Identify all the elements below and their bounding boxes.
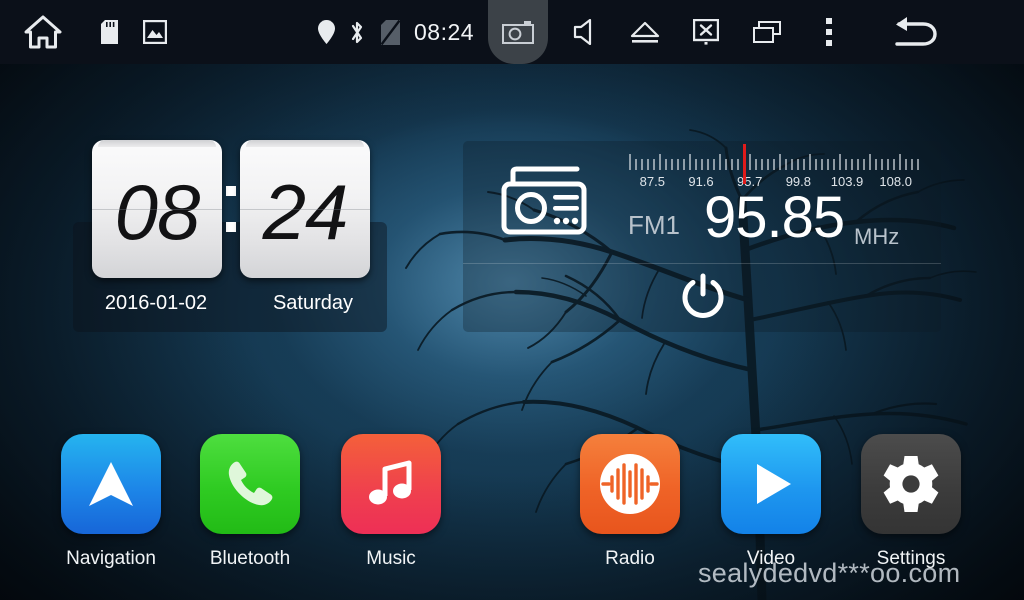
radio-frequency-value: 95.85 (704, 185, 845, 250)
play-triangle-icon[interactable] (721, 434, 821, 534)
phone-handset-icon[interactable] (200, 434, 300, 534)
sound-wave-icon[interactable] (580, 434, 680, 534)
back-arrow-icon[interactable] (860, 0, 968, 64)
gear-icon[interactable] (861, 434, 961, 534)
scale-label: 87.5 (639, 174, 665, 189)
app-navigation[interactable]: Navigation (51, 434, 171, 570)
clock-minutes-card: 24 (240, 140, 370, 278)
navigation-arrow-icon[interactable] (61, 434, 161, 534)
status-bar-left-group (0, 0, 178, 64)
clock-colon (222, 140, 240, 278)
app-bluetooth[interactable]: Bluetooth (190, 434, 310, 570)
clock-date: 2016-01-02 (104, 292, 208, 314)
status-bar-right-group (556, 0, 968, 64)
overflow-menu-icon[interactable] (798, 0, 860, 64)
screen-off-icon[interactable] (676, 0, 736, 64)
clock-minutes: 24 (262, 167, 349, 256)
app-label: Bluetooth (209, 548, 291, 569)
flip-clock[interactable]: 08 24 (92, 140, 370, 278)
picture-icon[interactable] (132, 0, 178, 64)
app-dock: Navigation Bluetooth Music Radio Video S… (0, 434, 1024, 600)
eject-icon[interactable] (614, 0, 676, 64)
app-label: Video (746, 548, 796, 569)
camera-icon[interactable] (488, 0, 549, 64)
power-icon[interactable] (679, 272, 727, 320)
app-music[interactable]: Music (331, 434, 451, 570)
scale-ticks (629, 154, 919, 170)
speaker-icon[interactable] (556, 0, 614, 64)
radio-divider (463, 263, 941, 264)
app-label: Navigation (66, 548, 156, 569)
bluetooth-icon (342, 0, 372, 64)
sd-card-icon[interactable] (86, 0, 132, 64)
radio-icon (501, 163, 589, 240)
status-bar-clock: 08:24 (414, 18, 475, 45)
app-settings[interactable]: Settings (851, 434, 971, 570)
scale-label: 108.0 (879, 174, 912, 189)
app-label: Settings (876, 548, 946, 569)
radio-readout: FM1 95.85 MHz (620, 185, 940, 258)
home-icon[interactable] (0, 0, 86, 64)
clock-caption: 2016-01-02 Saturday (73, 292, 387, 315)
location-pin-icon (310, 0, 342, 64)
recent-apps-icon[interactable] (736, 0, 798, 64)
radio-band-label: FM1 (628, 210, 680, 240)
clock-hours: 08 (114, 167, 201, 256)
sim-card-off-icon (372, 0, 408, 64)
clock-weekday: Saturday (272, 292, 354, 314)
radio-tuner-indicator (743, 144, 746, 184)
clock-hours-card: 08 (92, 140, 222, 278)
app-video[interactable]: Video (711, 434, 831, 570)
app-label: Radio (605, 548, 655, 569)
app-radio[interactable]: Radio (570, 434, 690, 570)
radio-frequency-unit: MHz (854, 224, 900, 249)
status-bar: 08:24 (0, 0, 1024, 64)
app-label: Music (366, 548, 416, 569)
music-note-icon[interactable] (341, 434, 441, 534)
status-bar-center-group: 08:24 (310, 0, 549, 64)
